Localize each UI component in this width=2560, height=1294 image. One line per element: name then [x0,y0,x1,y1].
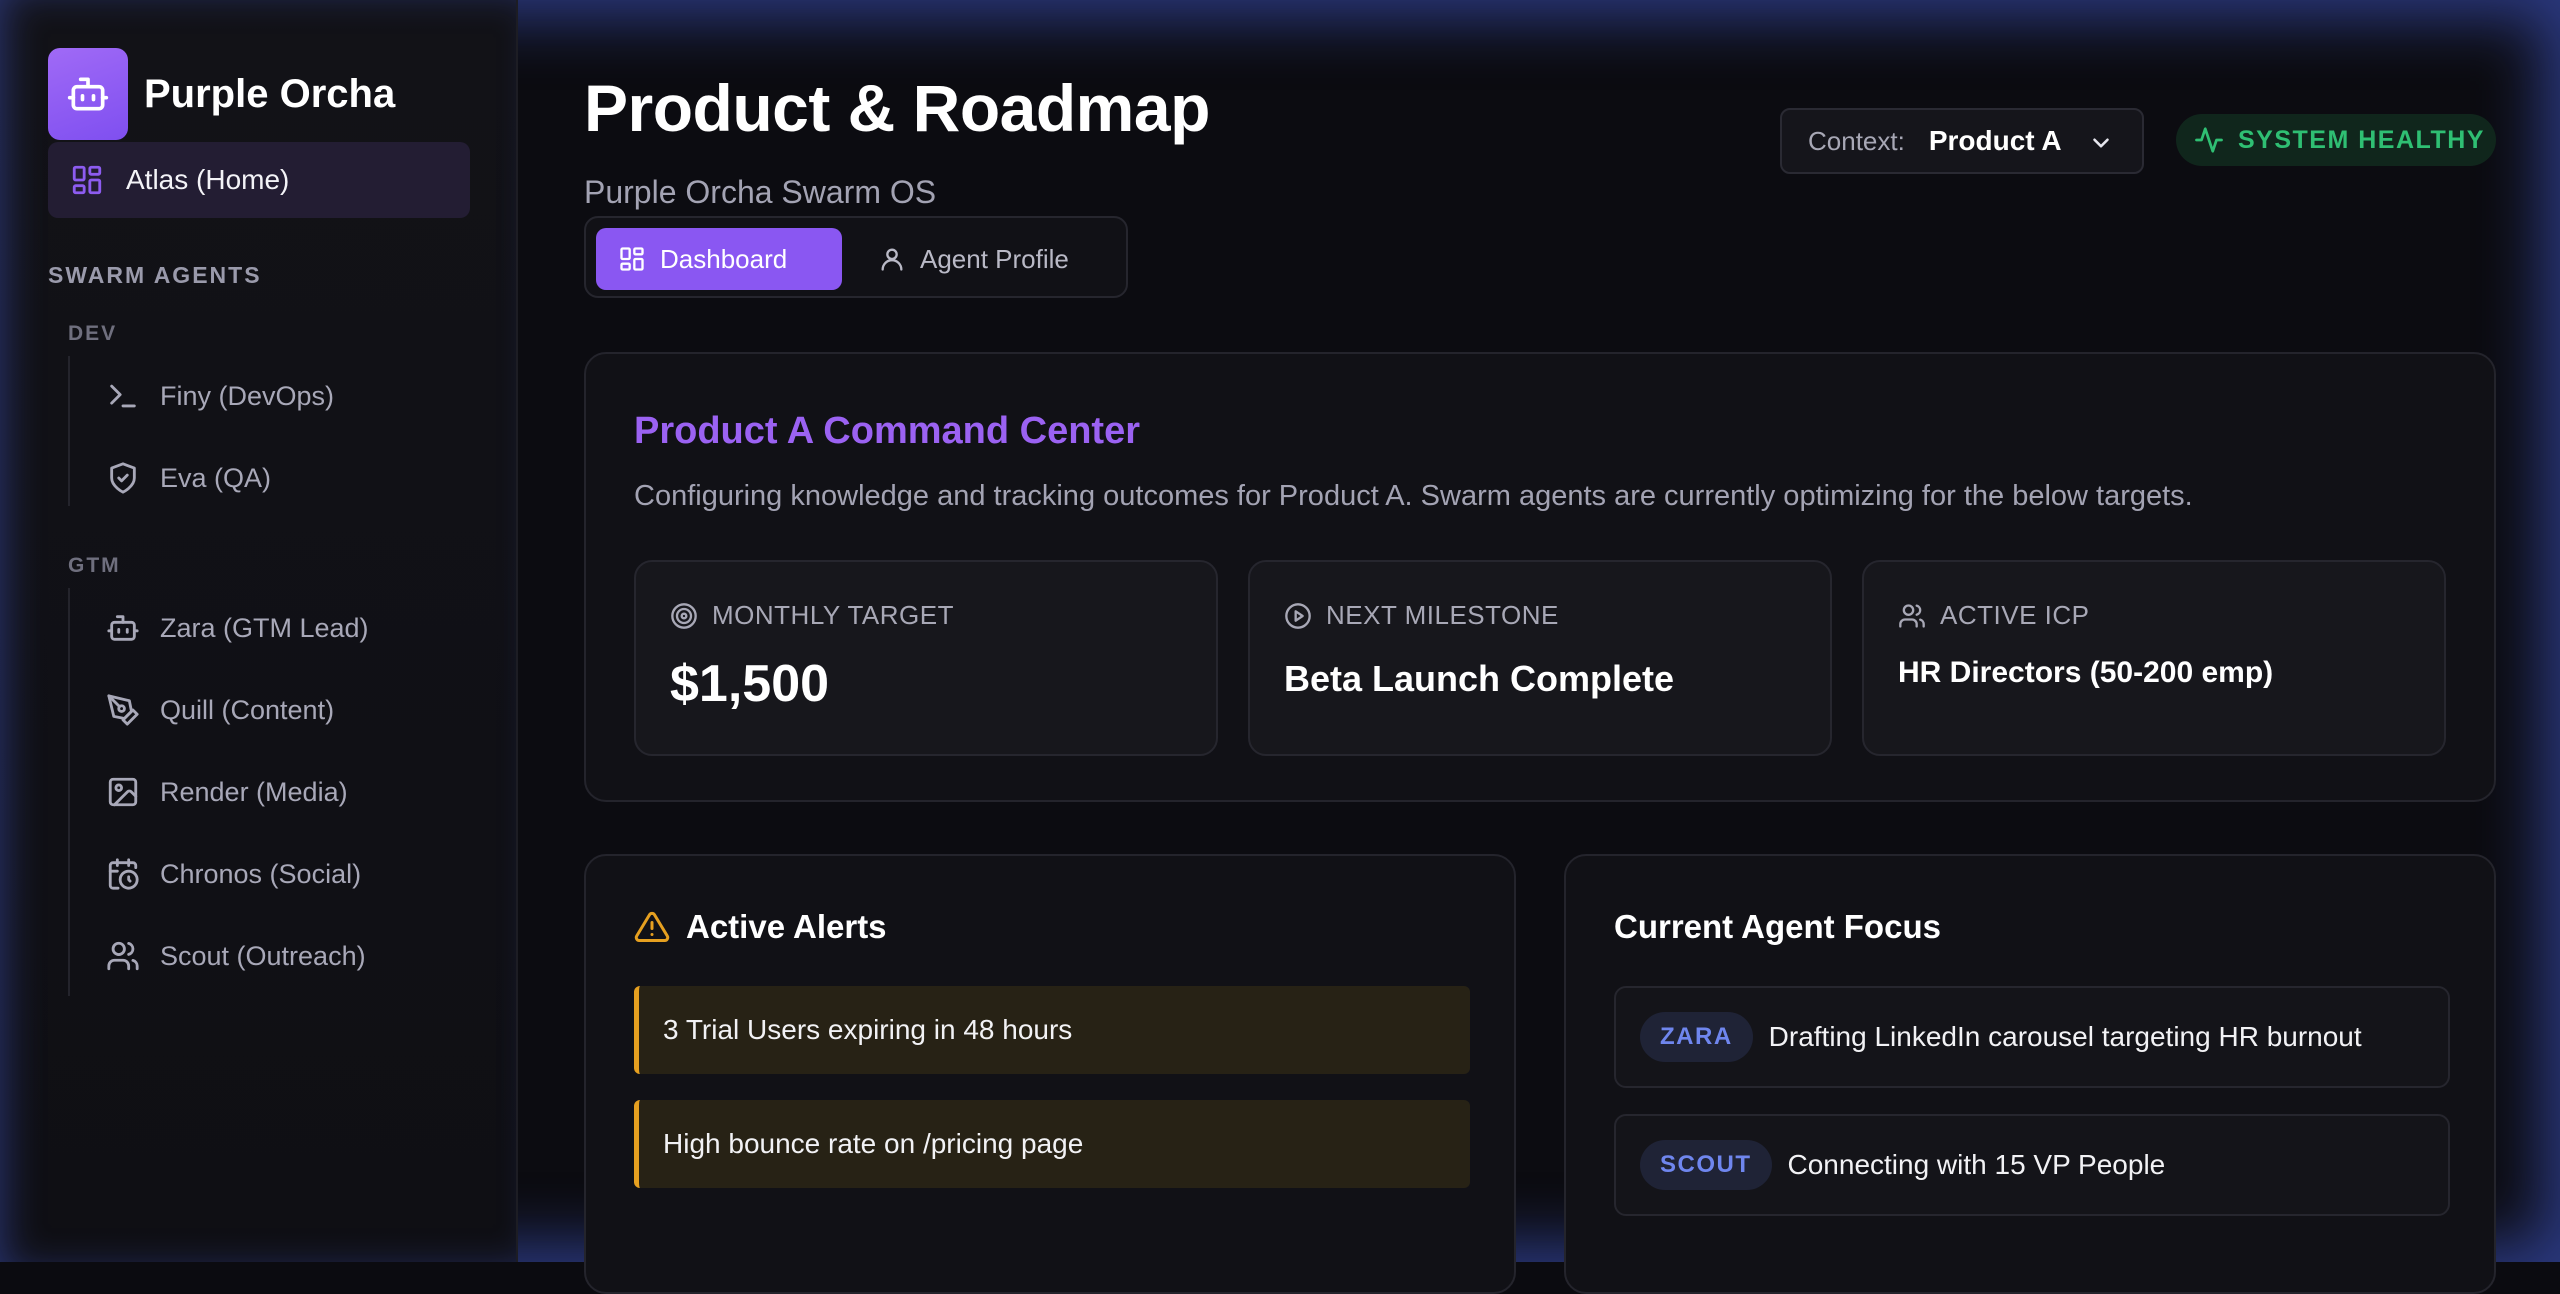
group-divider [68,356,70,506]
robot-icon [106,611,140,645]
sidebar-item-eva[interactable]: Eva (QA) [106,448,271,508]
metric-value: $1,500 [670,654,829,714]
context-selector[interactable]: Context: Product A [1780,108,2144,174]
context-value: Product A [1929,125,2062,157]
sidebar-item-finy[interactable]: Finy (DevOps) [106,366,334,426]
shield-icon [106,461,140,495]
grid-icon [70,163,104,197]
sidebar-item-label: Finy (DevOps) [160,381,334,412]
sidebar-item-label: Quill (Content) [160,695,334,726]
play-circle-icon [1284,602,1312,630]
sidebar-item-label: Chronos (Social) [160,859,361,890]
group-title-dev: DEV [68,322,117,346]
target-icon [670,602,698,630]
alerts-title: Active Alerts [686,908,887,946]
sidebar-item-quill[interactable]: Quill (Content) [106,680,334,740]
metric-label: MONTHLY TARGET [712,600,954,631]
image-icon [106,775,140,809]
activity-icon [2194,125,2224,155]
agent-tag: SCOUT [1640,1140,1772,1190]
users-icon [1898,602,1926,630]
metric-value: HR Directors (50-200 emp) [1898,656,2273,690]
calendar-clock-icon [106,857,140,891]
warning-icon [634,909,670,945]
sidebar-item-home[interactable]: Atlas (Home) [48,142,470,218]
status-badge: SYSTEM HEALTHY [2176,114,2496,166]
chevron-down-icon [2088,130,2114,156]
grid-icon [618,245,646,273]
metric-monthly-target: MONTHLY TARGET $1,500 [634,560,1218,756]
metric-label: NEXT MILESTONE [1326,600,1559,631]
brand-name: Purple Orcha [144,72,395,117]
focus-title: Current Agent Focus [1614,908,1941,946]
sidebar-item-label: Scout (Outreach) [160,941,366,972]
sidebar-item-label: Atlas (Home) [126,164,289,196]
tab-label: Agent Profile [920,244,1069,275]
group-divider [68,588,70,996]
alert-item[interactable]: High bounce rate on /pricing page [634,1100,1470,1188]
group-title-gtm: GTM [68,554,121,578]
context-label: Context: [1808,126,1905,157]
alert-item[interactable]: 3 Trial Users expiring in 48 hours [634,986,1470,1074]
tab-dashboard[interactable]: Dashboard [596,228,842,290]
command-center-title: Product A Command Center [634,410,1140,453]
sidebar-item-zara[interactable]: Zara (GTM Lead) [106,598,369,658]
tab-label: Dashboard [660,244,787,275]
user-icon [878,245,906,273]
focus-header: Current Agent Focus [1614,908,1941,946]
command-center-card: Product A Command Center Configuring kno… [584,352,2496,802]
focus-text: Drafting LinkedIn carousel targeting HR … [1769,1021,2362,1053]
alerts-header: Active Alerts [634,908,887,946]
command-center-description: Configuring knowledge and tracking outco… [634,480,2193,513]
focus-item[interactable]: ZARA Drafting LinkedIn carousel targetin… [1614,986,2450,1088]
focus-item[interactable]: SCOUT Connecting with 15 VP People [1614,1114,2450,1216]
robot-icon [48,48,128,140]
metric-label: ACTIVE ICP [1940,600,2089,631]
terminal-icon [106,379,140,413]
sidebar-item-chronos[interactable]: Chronos (Social) [106,844,361,904]
sidebar-section-title: SWARM AGENTS [48,262,262,289]
page-title: Product & Roadmap [584,70,1210,146]
sidebar-item-scout[interactable]: Scout (Outreach) [106,926,366,986]
status-text: SYSTEM HEALTHY [2238,126,2485,155]
metric-value: Beta Launch Complete [1284,658,1674,700]
active-alerts-card: Active Alerts 3 Trial Users expiring in … [584,854,1516,1294]
sidebar-item-label: Eva (QA) [160,463,271,494]
page-subtitle: Purple Orcha Swarm OS [584,174,936,211]
sidebar-item-render[interactable]: Render (Media) [106,762,348,822]
sidebar-item-label: Render (Media) [160,777,348,808]
users-icon [106,939,140,973]
sidebar-item-label: Zara (GTM Lead) [160,613,369,644]
sidebar: Purple Orcha Atlas (Home) SWARM AGENTS D… [0,0,518,1262]
agent-focus-card: Current Agent Focus ZARA Drafting Linked… [1564,854,2496,1294]
pen-icon [106,693,140,727]
metric-next-milestone: NEXT MILESTONE Beta Launch Complete [1248,560,1832,756]
brand[interactable]: Purple Orcha [48,48,395,140]
focus-text: Connecting with 15 VP People [1788,1149,2166,1181]
metric-active-icp: ACTIVE ICP HR Directors (50-200 emp) [1862,560,2446,756]
tab-agent-profile[interactable]: Agent Profile [856,228,1118,290]
view-tabs: Dashboard Agent Profile [584,216,1128,298]
agent-tag: ZARA [1640,1012,1753,1062]
